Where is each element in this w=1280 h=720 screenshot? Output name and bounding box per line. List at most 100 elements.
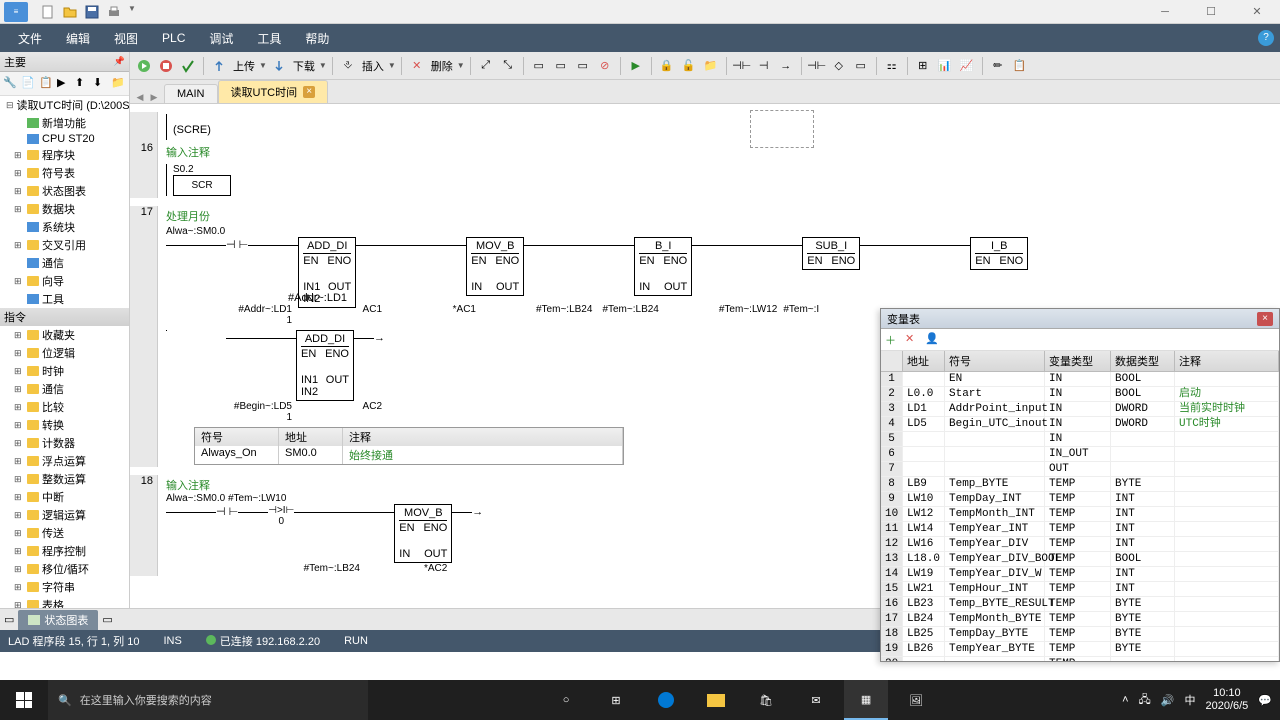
delete-icon[interactable]: ✕ — [407, 56, 427, 76]
menu-tools[interactable]: 工具 — [245, 26, 293, 51]
tree-node[interactable]: ⊞数据块 — [0, 200, 129, 218]
menu-edit[interactable]: 编辑 — [54, 26, 102, 51]
toolbar-dropdown-icon[interactable]: ▼ — [128, 4, 136, 20]
maximize-button[interactable]: ☐ — [1188, 0, 1234, 24]
tree-node[interactable]: ⊞通信 — [0, 380, 129, 398]
tree-node[interactable]: ⊞逻辑运算 — [0, 506, 129, 524]
variable-grid[interactable]: 地址 符号 变量类型 数据类型 注释 1ENINBOOL2L0.0StartIN… — [881, 351, 1279, 661]
variable-table-window[interactable]: 变量表 × ＋ ✕ 👤 地址 符号 变量类型 数据类型 注释 1ENINBOOL… — [880, 308, 1280, 662]
project-tree[interactable]: ⊟读取UTC时间 (D:\200SM 新增功能 CPU ST20 ⊞程序块 ⊞符… — [0, 96, 129, 608]
var-delete-icon[interactable]: ✕ — [905, 332, 921, 348]
menu-debug[interactable]: 调试 — [197, 26, 245, 51]
tree-tool-icon[interactable]: ⬆ — [75, 76, 90, 92]
variable-row[interactable]: 20TEMP — [881, 657, 1279, 661]
explorer-icon[interactable] — [694, 680, 738, 720]
variable-row[interactable]: 4LD5Begin_UTC_inoutINDWORDUTC时钟 — [881, 417, 1279, 432]
toolbar-icon[interactable]: 📈 — [957, 56, 977, 76]
print-icon[interactable] — [106, 4, 122, 20]
tree-node[interactable]: ⊞向导 — [0, 272, 129, 290]
tree-node[interactable]: ⊞程序块 — [0, 146, 129, 164]
variable-row[interactable]: 2L0.0StartINBOOL启动 — [881, 387, 1279, 402]
var-tool-icon[interactable]: 👤 — [925, 332, 941, 348]
toolbar-icon[interactable]: ⊣ — [754, 56, 774, 76]
cortana-icon[interactable]: ○ — [544, 680, 588, 720]
help-icon[interactable]: ? — [1258, 30, 1274, 46]
tree-tool-icon[interactable]: 📁 — [111, 76, 126, 92]
variable-row[interactable]: 13L18.0TempYear_DIV_BOOLTEMPBOOL — [881, 552, 1279, 567]
variable-row[interactable]: 5IN — [881, 432, 1279, 447]
tree-tool-icon[interactable]: 🔧 — [3, 76, 18, 92]
tree-node[interactable]: ⊞符号表 — [0, 164, 129, 182]
toolbar-icon[interactable]: 📋 — [1010, 56, 1030, 76]
toolbar-icon[interactable]: 📁 — [701, 56, 721, 76]
notifications-icon[interactable]: 💬 — [1258, 694, 1272, 707]
tree-tool-icon[interactable]: ⬇ — [93, 76, 108, 92]
edge-icon[interactable] — [644, 680, 688, 720]
tree-node[interactable]: ⊞转换 — [0, 416, 129, 434]
toolbar-icon[interactable]: ⤡ — [498, 56, 518, 76]
insert-label[interactable]: 插入 — [360, 58, 386, 74]
tree-node[interactable]: ⊞表格 — [0, 596, 129, 608]
toolbar-icon[interactable]: ✏ — [988, 56, 1008, 76]
toolbar-icon[interactable]: ▭ — [529, 56, 549, 76]
variable-row[interactable]: 11LW14TempYear_INTTEMPINT — [881, 522, 1279, 537]
status-chart-tab[interactable]: 状态图表 — [18, 610, 98, 630]
tree-project-root[interactable]: ⊟读取UTC时间 (D:\200SM — [0, 96, 129, 114]
pin-icon[interactable]: 📌 — [114, 56, 125, 67]
tree-node[interactable]: ⊞传送 — [0, 524, 129, 542]
tree-node[interactable]: ⊞整数运算 — [0, 470, 129, 488]
run-button[interactable] — [134, 56, 154, 76]
tree-node[interactable]: ⊞移位/循环 — [0, 560, 129, 578]
variable-row[interactable]: 3LD1AddrPoint_inputINDWORD当前实时时钟 — [881, 402, 1279, 417]
toolbar-icon[interactable]: ◇ — [829, 56, 849, 76]
network-comment[interactable]: 输入注释 — [166, 147, 210, 159]
tree-node[interactable]: ⊞比较 — [0, 398, 129, 416]
insert-icon[interactable]: ⎀ — [338, 56, 358, 76]
network-comment[interactable]: 处理月份 — [166, 211, 210, 223]
toolbar-icon[interactable]: 📊 — [935, 56, 955, 76]
stop-button[interactable] — [156, 56, 176, 76]
upload-icon[interactable] — [209, 56, 229, 76]
variable-row[interactable]: 1ENINBOOL — [881, 372, 1279, 387]
variable-row[interactable]: 18LB25TempDay_BYTETEMPBYTE — [881, 627, 1279, 642]
toolbar-icon[interactable]: → — [776, 56, 796, 76]
toolbar-icon[interactable]: ⊞ — [913, 56, 933, 76]
variable-row[interactable]: 14LW19TempYear_DIV_WTEMPINT — [881, 567, 1279, 582]
save-icon[interactable] — [84, 4, 100, 20]
upload-label[interactable]: 上传 — [231, 58, 257, 74]
tray-up-icon[interactable]: ˄ — [1122, 694, 1128, 706]
variable-table-close-icon[interactable]: × — [1257, 312, 1273, 326]
toolbar-icon[interactable]: ⊣⊢ — [732, 56, 752, 76]
tree-node[interactable]: ⊞字符串 — [0, 578, 129, 596]
variable-row[interactable]: 10LW12TempMonth_INTTEMPINT — [881, 507, 1279, 522]
var-add-icon[interactable]: ＋ — [885, 332, 901, 348]
variable-row[interactable]: 17LB24TempMonth_BYTETEMPBYTE — [881, 612, 1279, 627]
volume-icon[interactable]: 🔊 — [1161, 694, 1175, 707]
menu-file[interactable]: 文件 — [6, 26, 54, 51]
tab-close-icon[interactable]: × — [303, 86, 315, 98]
delete-label[interactable]: 删除 — [429, 58, 455, 74]
tree-node[interactable]: CPU ST20 — [0, 132, 129, 146]
tree-tool-icon[interactable]: ▶ — [57, 76, 72, 92]
toolbar-icon[interactable]: ▭ — [551, 56, 571, 76]
tree-node[interactable]: 通信 — [0, 254, 129, 272]
toolbar-icon[interactable]: ▶ — [626, 56, 646, 76]
tree-node[interactable]: 工具 — [0, 290, 129, 308]
toolbar-icon[interactable]: ⚏ — [882, 56, 902, 76]
variable-row[interactable]: 15LW21TempHour_INTTEMPINT — [881, 582, 1279, 597]
toolbar-icon[interactable]: 🔓 — [679, 56, 699, 76]
app-task-icon[interactable]: ▦ — [844, 680, 888, 720]
menu-view[interactable]: 视图 — [102, 26, 150, 51]
tree-node[interactable]: 新增功能 — [0, 114, 129, 132]
download-label[interactable]: 下载 — [291, 58, 317, 74]
tab-scroll-left-icon[interactable]: ◀ — [134, 92, 146, 103]
tree-node[interactable]: ⊞收藏夹 — [0, 326, 129, 344]
menu-help[interactable]: 帮助 — [293, 26, 341, 51]
variable-row[interactable]: 9LW10TempDay_INTTEMPINT — [881, 492, 1279, 507]
download-icon[interactable] — [269, 56, 289, 76]
photos-icon[interactable]: 🖼 — [894, 680, 938, 720]
variable-row[interactable]: 7OUT — [881, 462, 1279, 477]
task-view-icon[interactable]: ⊞ — [594, 680, 638, 720]
new-file-icon[interactable] — [40, 4, 56, 20]
toolbar-icon[interactable]: ⊣⊢ — [807, 56, 827, 76]
